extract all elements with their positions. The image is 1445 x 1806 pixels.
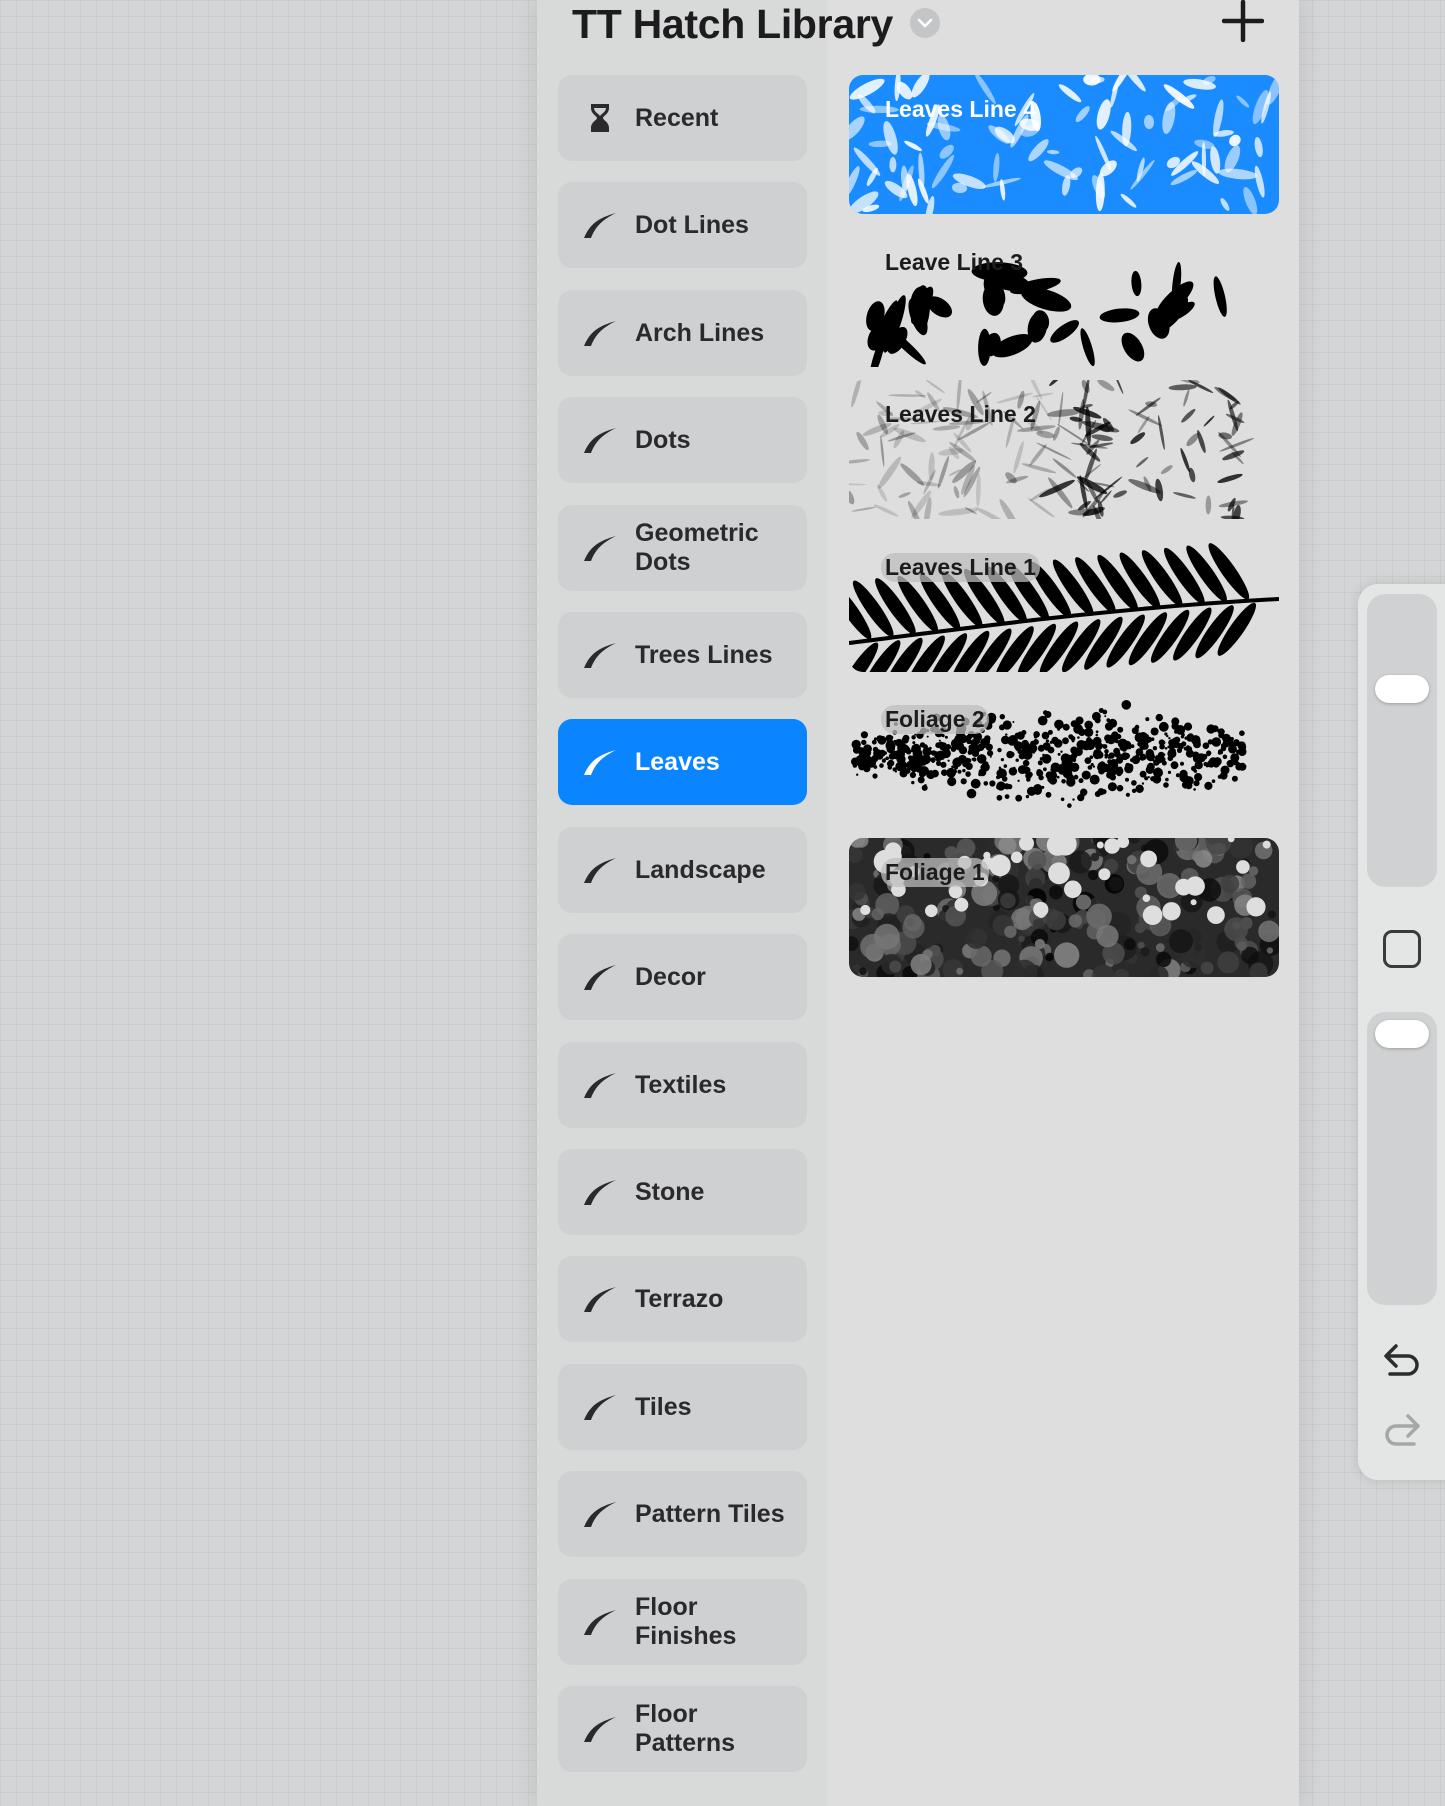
- brush-set-item[interactable]: Landscape: [558, 827, 807, 913]
- brush-opacity-slider[interactable]: [1367, 1012, 1437, 1305]
- brush-stroke-icon: [582, 1604, 618, 1640]
- brush-item[interactable]: Leaves Line 1: [849, 533, 1279, 672]
- brush-set-label: Trees Lines: [635, 640, 773, 669]
- brush-set-item[interactable]: Dot Lines: [558, 182, 807, 268]
- brush-set-item[interactable]: Tiles: [558, 1364, 807, 1450]
- brush-set-label: Floor Patterns: [635, 1700, 736, 1757]
- brush-set-item[interactable]: Stone: [558, 1149, 807, 1235]
- brush-set-item[interactable]: Decor: [558, 934, 807, 1020]
- brush-set-label: Recent: [635, 103, 719, 132]
- plus-icon: [1221, 0, 1265, 43]
- brush-set-item[interactable]: Recent: [558, 75, 807, 161]
- brush-set-label: Textiles: [635, 1070, 727, 1099]
- brush-stroke-icon: [582, 207, 618, 243]
- brush-set-label: Arch Lines: [635, 318, 765, 347]
- brush-set-item[interactable]: Floor Patterns: [558, 1686, 807, 1772]
- brush-name: Foliage 1: [881, 858, 989, 887]
- brush-set-item[interactable]: Arch Lines: [558, 290, 807, 376]
- brush-stroke-icon: [582, 1389, 618, 1425]
- brush-set-item[interactable]: Terrazo: [558, 1256, 807, 1342]
- brush-name: Foliage 2: [881, 705, 989, 734]
- brush-stroke-icon: [582, 959, 618, 995]
- brush-stroke-icon: [582, 422, 618, 458]
- brush-item[interactable]: Leaves Line 4: [849, 75, 1279, 214]
- chevron-down-icon[interactable]: [910, 8, 940, 38]
- brush-set-item[interactable]: Trees Lines: [558, 612, 807, 698]
- brush-set-label: Landscape: [635, 855, 766, 884]
- brush-stroke-icon: [582, 1174, 618, 1210]
- brush-name: Leaves Line 1: [881, 553, 1040, 582]
- brush-stroke-icon: [582, 744, 618, 780]
- add-brush-button[interactable]: [1221, 0, 1265, 43]
- undo-icon[interactable]: [1380, 1340, 1424, 1380]
- brush-set-label: Dot Lines: [635, 210, 749, 239]
- brush-set-item[interactable]: Textiles: [558, 1042, 807, 1128]
- square-icon[interactable]: [1383, 930, 1421, 968]
- brush-stroke-icon: [582, 530, 618, 566]
- brush-set-item[interactable]: Pattern Tiles: [558, 1471, 807, 1557]
- brush-opacity-slider-thumb[interactable]: [1375, 1020, 1429, 1048]
- redo-icon[interactable]: [1380, 1410, 1424, 1450]
- brush-item[interactable]: Leave Line 3: [849, 228, 1279, 367]
- brush-stroke-icon: [582, 1281, 618, 1317]
- brush-set-label: Pattern Tiles: [635, 1499, 785, 1528]
- hourglass-icon: [582, 100, 618, 136]
- brush-item[interactable]: Leaves Line 2: [849, 380, 1279, 519]
- brush-size-slider[interactable]: [1367, 594, 1437, 887]
- library-title[interactable]: TT Hatch Library: [572, 0, 893, 48]
- brush-set-label: Geometric Dots: [635, 519, 759, 576]
- brush-set-label: Stone: [635, 1177, 705, 1206]
- brush-set-label: Floor Finishes: [635, 1593, 737, 1650]
- brush-stroke-icon: [582, 1067, 618, 1103]
- brush-stroke-icon: [582, 637, 618, 673]
- brush-item[interactable]: Foliage 1: [849, 838, 1279, 977]
- brush-size-slider-thumb[interactable]: [1375, 675, 1429, 703]
- brush-stroke-icon: [582, 315, 618, 351]
- brush-set-label: Leaves: [635, 747, 720, 776]
- brush-set-item[interactable]: Floor Finishes: [558, 1579, 807, 1665]
- brush-stroke-icon: [582, 1496, 618, 1532]
- brush-set-label: Dots: [635, 425, 691, 454]
- brush-name: Leaves Line 2: [885, 401, 1036, 427]
- brush-set-item[interactable]: Dots: [558, 397, 807, 483]
- brush-set-label: Decor: [635, 962, 706, 991]
- brush-set-label: Terrazo: [635, 1284, 724, 1313]
- brush-stroke-icon: [582, 1711, 618, 1747]
- brush-name: Leave Line 3: [885, 249, 1024, 275]
- brush-stroke-icon: [582, 852, 618, 888]
- brush-set-label: Tiles: [635, 1392, 692, 1421]
- brush-set-item[interactable]: Geometric Dots: [558, 505, 807, 591]
- brush-name: Leaves Line 4: [885, 96, 1036, 122]
- brush-item[interactable]: Foliage 2: [849, 685, 1279, 824]
- brush-set-item[interactable]: Leaves: [558, 719, 807, 805]
